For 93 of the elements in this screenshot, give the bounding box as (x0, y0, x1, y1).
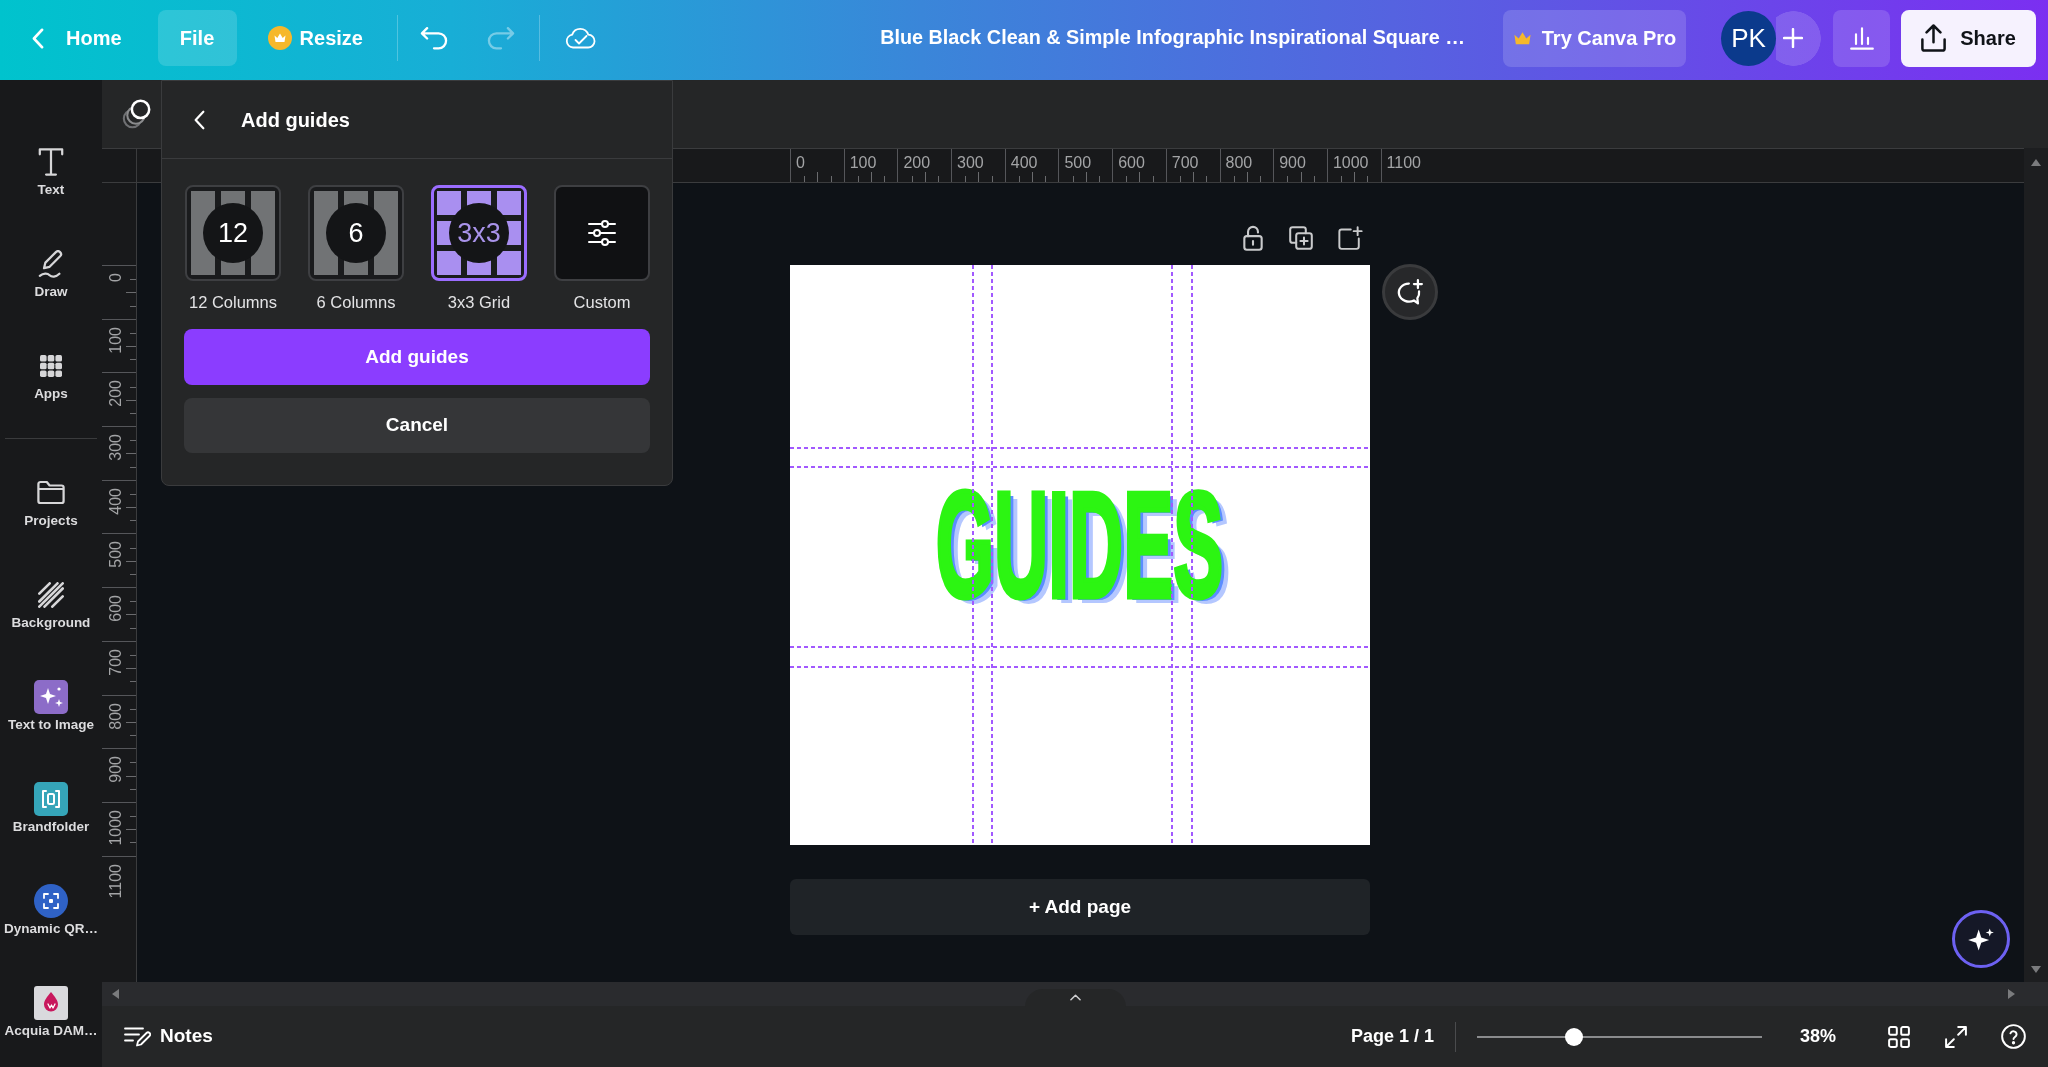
guide-option-tile[interactable]: 3x3 (431, 185, 527, 281)
option-label: Custom (573, 292, 631, 312)
sidebar-item[interactable]: Brandfolder (0, 770, 102, 846)
help-icon[interactable] (2000, 1024, 2026, 1049)
comment-plus-icon (1396, 279, 1424, 305)
ruler-label: 900 (1279, 155, 1306, 171)
invite-button[interactable] (1776, 10, 1821, 66)
ruler-label: 600 (1118, 155, 1145, 171)
grid-view-icon[interactable] (1888, 1025, 1910, 1048)
caret-right-icon[interactable] (2008, 989, 2015, 999)
page-heading: GUIDES (936, 488, 1224, 602)
sidebar-item[interactable]: Background (0, 566, 102, 642)
cloud-check-icon[interactable] (563, 25, 596, 51)
undo-icon[interactable] (419, 26, 448, 50)
crown-icon (1512, 30, 1532, 46)
ruler-label: 1100 (1386, 155, 1421, 171)
bar-chart-icon (1849, 26, 1874, 50)
caret-down-icon[interactable] (2031, 966, 2041, 973)
ruler-label: 300 (108, 434, 124, 461)
sidebar-item[interactable]: Apps (0, 337, 102, 413)
plus-icon (1783, 28, 1803, 48)
ruler-label: 1100 (108, 863, 124, 898)
lock-icon[interactable] (1242, 225, 1264, 251)
sidebar-item[interactable]: Acquia DAM… (0, 974, 102, 1050)
notes-icon (124, 1026, 151, 1047)
diagonal-stripes-icon (38, 581, 64, 608)
panel-title: Add guides (241, 107, 350, 133)
cancel-button[interactable]: Cancel (184, 398, 650, 453)
folder-icon (37, 480, 65, 505)
slider-thumb[interactable] (1564, 1027, 1583, 1046)
zoom-slider[interactable] (1477, 1027, 1762, 1046)
option-label: 3x3 Grid (447, 292, 511, 312)
document-title[interactable]: Blue Black Clean & Simple Infographic Inspirational Square … (880, 23, 1465, 53)
ruler-label: 400 (1010, 155, 1038, 171)
caret-up-icon (1070, 994, 1081, 1001)
dots-grid-icon (40, 354, 62, 377)
ruler-label: 900 (108, 756, 124, 783)
brackets-tile-icon (34, 781, 68, 816)
duplicate-icon[interactable] (1289, 226, 1313, 250)
notes-button[interactable]: Notes (118, 1014, 219, 1059)
sliders-icon (587, 220, 617, 246)
guide-option-tile[interactable]: 6 (308, 185, 404, 281)
ruler-label: 100 (108, 326, 124, 354)
share-icon (1921, 24, 1947, 52)
magic-button[interactable] (1952, 910, 2010, 968)
sparkle-icon (1967, 926, 1995, 952)
caret-up-icon[interactable] (2031, 159, 2041, 166)
ruler-label: 100 (849, 155, 877, 171)
page-indicator[interactable]: Page 1 / 1 (1350, 1023, 1434, 1050)
pen-icon (38, 249, 64, 278)
guide-option-tile[interactable] (554, 185, 650, 281)
pro-button[interactable]: Try Canva Pro (1503, 9, 1686, 67)
add-page-icon[interactable] (1338, 226, 1363, 250)
ruler-label: 700 (1171, 155, 1199, 171)
ruler-label: 1000 (108, 809, 124, 846)
ruler-label: 600 (108, 595, 124, 622)
ruler-label: 700 (108, 648, 124, 676)
sidebar-item[interactable]: Text (0, 133, 102, 209)
fullscreen-icon[interactable] (1945, 1025, 1967, 1048)
ruler-label: 0 (108, 273, 124, 282)
ruler-label: 0 (796, 155, 805, 171)
zoom-reading[interactable]: 38% (1800, 1023, 1844, 1050)
add-page-button[interactable]: + Add page (790, 879, 1370, 935)
drop-tile-icon (34, 985, 68, 1020)
sidebar-item[interactable]: Projects (0, 464, 102, 540)
user-avatar[interactable]: PK (1721, 10, 1776, 66)
insights-button[interactable] (1833, 9, 1890, 67)
add-guides-button[interactable]: Add guides (184, 329, 650, 385)
option-label: 12 Columns (188, 292, 277, 312)
sidebar-item[interactable]: Dynamic QR… (0, 872, 102, 948)
caret-left-icon[interactable] (112, 989, 119, 999)
ruler-label: 1000 (1332, 155, 1369, 171)
back-chevron-icon[interactable] (194, 109, 205, 130)
type-icon (38, 147, 64, 176)
sidebar-item[interactable]: Text to Image (0, 668, 102, 744)
add-comment-button[interactable] (1382, 264, 1438, 320)
back-chevron-icon (32, 27, 44, 49)
scan-frame-icon (34, 883, 68, 918)
ruler-label: 500 (1064, 155, 1092, 171)
ruler-label: 200 (903, 155, 931, 171)
ruler-label: 500 (108, 541, 124, 569)
ruler-label: 800 (1225, 155, 1253, 171)
crown-icon (267, 26, 292, 50)
guide-option-tile[interactable]: 12 (185, 185, 281, 281)
share-button[interactable]: Share (1901, 9, 2036, 67)
ruler-label: 800 (108, 702, 124, 730)
sparkles-tile-icon (34, 679, 68, 714)
ruler-label: 300 (957, 155, 984, 171)
option-label: 6 Columns (316, 292, 396, 312)
ruler-label: 200 (108, 380, 124, 408)
sidebar-item[interactable]: Draw (0, 235, 102, 311)
ruler-label: 400 (108, 487, 124, 515)
layered-circles-icon[interactable] (122, 99, 151, 129)
